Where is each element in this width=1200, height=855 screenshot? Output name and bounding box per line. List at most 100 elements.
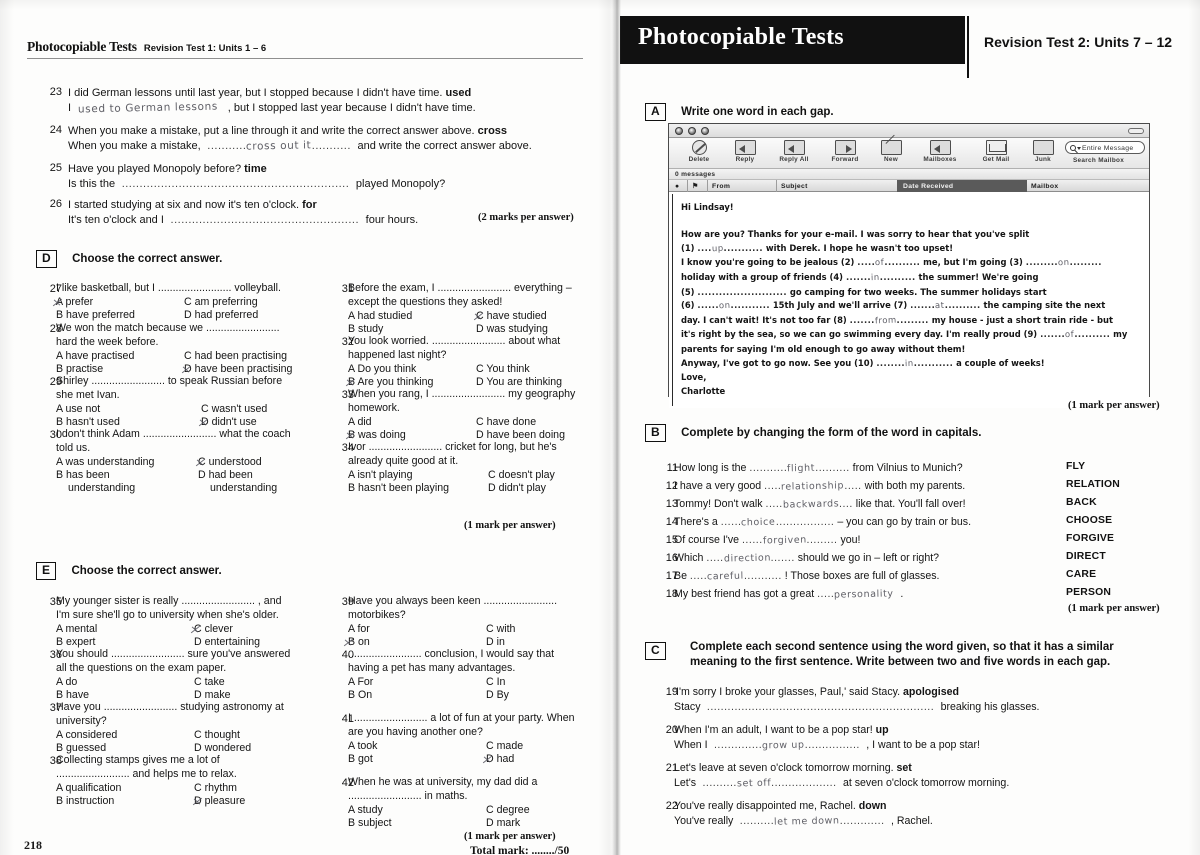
question-number: 28 — [49, 323, 62, 335]
search-input[interactable]: Entire Message — [1065, 141, 1145, 154]
q31-opt-d-letter: D — [476, 322, 484, 335]
q41-opt-b-text: got — [358, 752, 373, 765]
reply-all-icon — [783, 140, 805, 155]
page-number: 218 — [24, 838, 42, 852]
column-header-subject[interactable]: Subject — [781, 182, 808, 191]
q29-stem-2: she met Ivan. — [56, 388, 120, 401]
q33-opt-d-text: have been doing — [486, 428, 565, 441]
q18-handwritten-answer: personality — [834, 588, 895, 601]
toolbar-button-mailboxes[interactable]: Mailboxes — [912, 140, 968, 163]
q39-opt-d-letter: D — [486, 635, 494, 648]
q39-opt-d-text: in — [496, 635, 505, 648]
q36-opt-c-letter: C — [194, 675, 202, 688]
question-14: 14 There's a ......choice...............… — [666, 515, 971, 530]
question-number: 24 — [49, 124, 62, 136]
window-close-button[interactable] — [675, 127, 683, 135]
q30-opt-c-text: understood — [208, 455, 262, 468]
section-d-marks-note: (1 mark per answer) — [464, 520, 556, 531]
question-number: 40 — [341, 649, 354, 661]
q42-stem-1: When he was at university, my dad did a — [348, 776, 538, 788]
toolbar-button-delete[interactable]: Delete — [677, 140, 721, 163]
q12-capital-word: RELATION — [1066, 479, 1120, 490]
section-a-letter: A — [645, 103, 666, 121]
message-list-column-headers[interactable]: ● ⚑ From Subject Date Received Mailbox — [669, 180, 1149, 192]
q36-opt-b-letter: B — [56, 688, 64, 701]
mail-application-window[interactable]: Delete Reply Reply All Forward New Mailb… — [668, 123, 1150, 408]
toolbar-label: New — [884, 156, 898, 163]
toolbar-button-junk[interactable]: Junk — [1025, 140, 1061, 163]
flag-column-icon[interactable]: ⚑ — [692, 182, 698, 191]
toolbar-label: Reply All — [779, 156, 809, 163]
right-header-subtitle: Revision Test 2: Units 7 – 12 — [984, 34, 1173, 50]
column-divider — [707, 180, 708, 192]
q17-post: ! Those boxes are full of glasses. — [784, 570, 940, 582]
q26-keyword: for — [302, 199, 317, 211]
column-header-from[interactable]: From — [712, 182, 730, 191]
toolbar-button-reply[interactable]: Reply — [723, 140, 767, 163]
q33-opt-b-text: was doing — [358, 428, 406, 441]
q37-opt-d-letter: D — [194, 741, 202, 754]
window-minimize-button[interactable] — [688, 127, 696, 135]
q20-handwritten-answer: grow up — [762, 739, 805, 752]
section-e-title: Choose the correct answer. — [71, 565, 222, 577]
question-22: 22 You've really disappointed me, Rachel… — [666, 799, 1184, 829]
toolbar-button-forward[interactable]: Forward — [821, 140, 869, 163]
q30-opt-a-letter: A — [56, 455, 63, 468]
column-header-date-received-selected[interactable]: Date Received — [897, 180, 1027, 192]
q27-opt-a-letter: A — [56, 295, 63, 308]
q37-opt-c-letter: C — [194, 728, 202, 741]
left-page: Photocopiable Tests Revision Test 1: Unit… — [0, 0, 612, 855]
section-e-header: E Choose the correct answer. — [36, 562, 222, 580]
q25-answer-post: played Monopoly? — [355, 178, 446, 190]
question-number: 19 — [665, 686, 678, 698]
email-text: it's right by the sea, so we can go swim… — [681, 329, 1021, 340]
q40-stem-2: having a pet has many advantages. — [348, 661, 516, 674]
q29-opt-b-text: hasn't used — [66, 415, 120, 428]
q24-answer-post: and write the correct answer above. — [357, 140, 532, 152]
q37-stem-1: Have you ......................... study… — [56, 701, 284, 713]
question-number: 32 — [341, 336, 354, 348]
section-b-title: Complete by changing the form of the wor… — [681, 427, 982, 439]
q15-post: you! — [840, 534, 861, 546]
q39-opt-b-letter: B — [348, 635, 356, 648]
gap-number-2: (2) — [840, 257, 855, 268]
q24-handwritten-answer: cross out it — [246, 139, 312, 153]
q28-opt-c-text: had been practising — [194, 349, 288, 362]
q13-capital-word: BACK — [1066, 497, 1097, 508]
q29-opt-a-text: use not — [65, 402, 101, 415]
q28-opt-a-letter: A — [56, 349, 63, 362]
question-number: 31 — [341, 283, 354, 295]
q31-opt-a-text: had studied — [357, 309, 413, 322]
mail-window-titlebar[interactable] — [669, 124, 1149, 138]
toolbar-button-new[interactable]: New — [872, 134, 910, 163]
q26-answer-pre: It's ten o'clock and I — [68, 214, 164, 226]
mailboxes-icon — [929, 140, 951, 155]
question-24-line2: When you make a mistake, ...........cros… — [68, 139, 532, 153]
q21-prompt: Let's leave at seven o'clock tomorrow mo… — [674, 762, 894, 774]
toolbar-label: Delete — [688, 156, 710, 163]
q33-stem-2: homework. — [348, 401, 400, 414]
q31-opt-c-letter: C — [476, 309, 484, 322]
q42-opt-c-text: degree — [496, 803, 530, 816]
q27-stem: I like basketball, but I ...............… — [56, 282, 281, 294]
unread-column-icon[interactable]: ● — [675, 182, 679, 191]
q37-opt-a-letter: A — [56, 728, 63, 741]
q32-opt-a-letter: A — [348, 362, 355, 375]
q29-opt-a-letter: A — [56, 402, 63, 415]
column-header-mailbox[interactable]: Mailbox — [1031, 182, 1058, 191]
window-zoom-button[interactable] — [701, 127, 709, 135]
mail-toolbar[interactable]: Delete Reply Reply All Forward New Mailb… — [669, 134, 1149, 169]
q28-opt-d-text: have been practising — [194, 362, 293, 375]
toolbar-button-get-mail[interactable]: Get Mail — [970, 140, 1022, 163]
email-text: holiday with a group of friends — [681, 271, 827, 282]
gap-4-handwritten-answer: in — [870, 272, 880, 284]
toolbar-button-reply-all[interactable]: Reply All — [769, 140, 819, 163]
q18-pre: My best friend has got a great — [674, 588, 815, 600]
email-message-body: Hi Lindsay! How are you? Thanks for your… — [669, 192, 1149, 408]
q35-opt-d-letter: D — [194, 635, 202, 648]
email-line-9: parents for saying I'm old enough to go … — [681, 343, 1139, 357]
toolbar-toggle-button[interactable] — [1128, 128, 1144, 134]
question-32: 32 You look worried. ...................… — [342, 335, 603, 389]
q16-handwritten-answer: direction — [723, 552, 771, 565]
q29-opt-b-letter: B — [56, 415, 64, 428]
